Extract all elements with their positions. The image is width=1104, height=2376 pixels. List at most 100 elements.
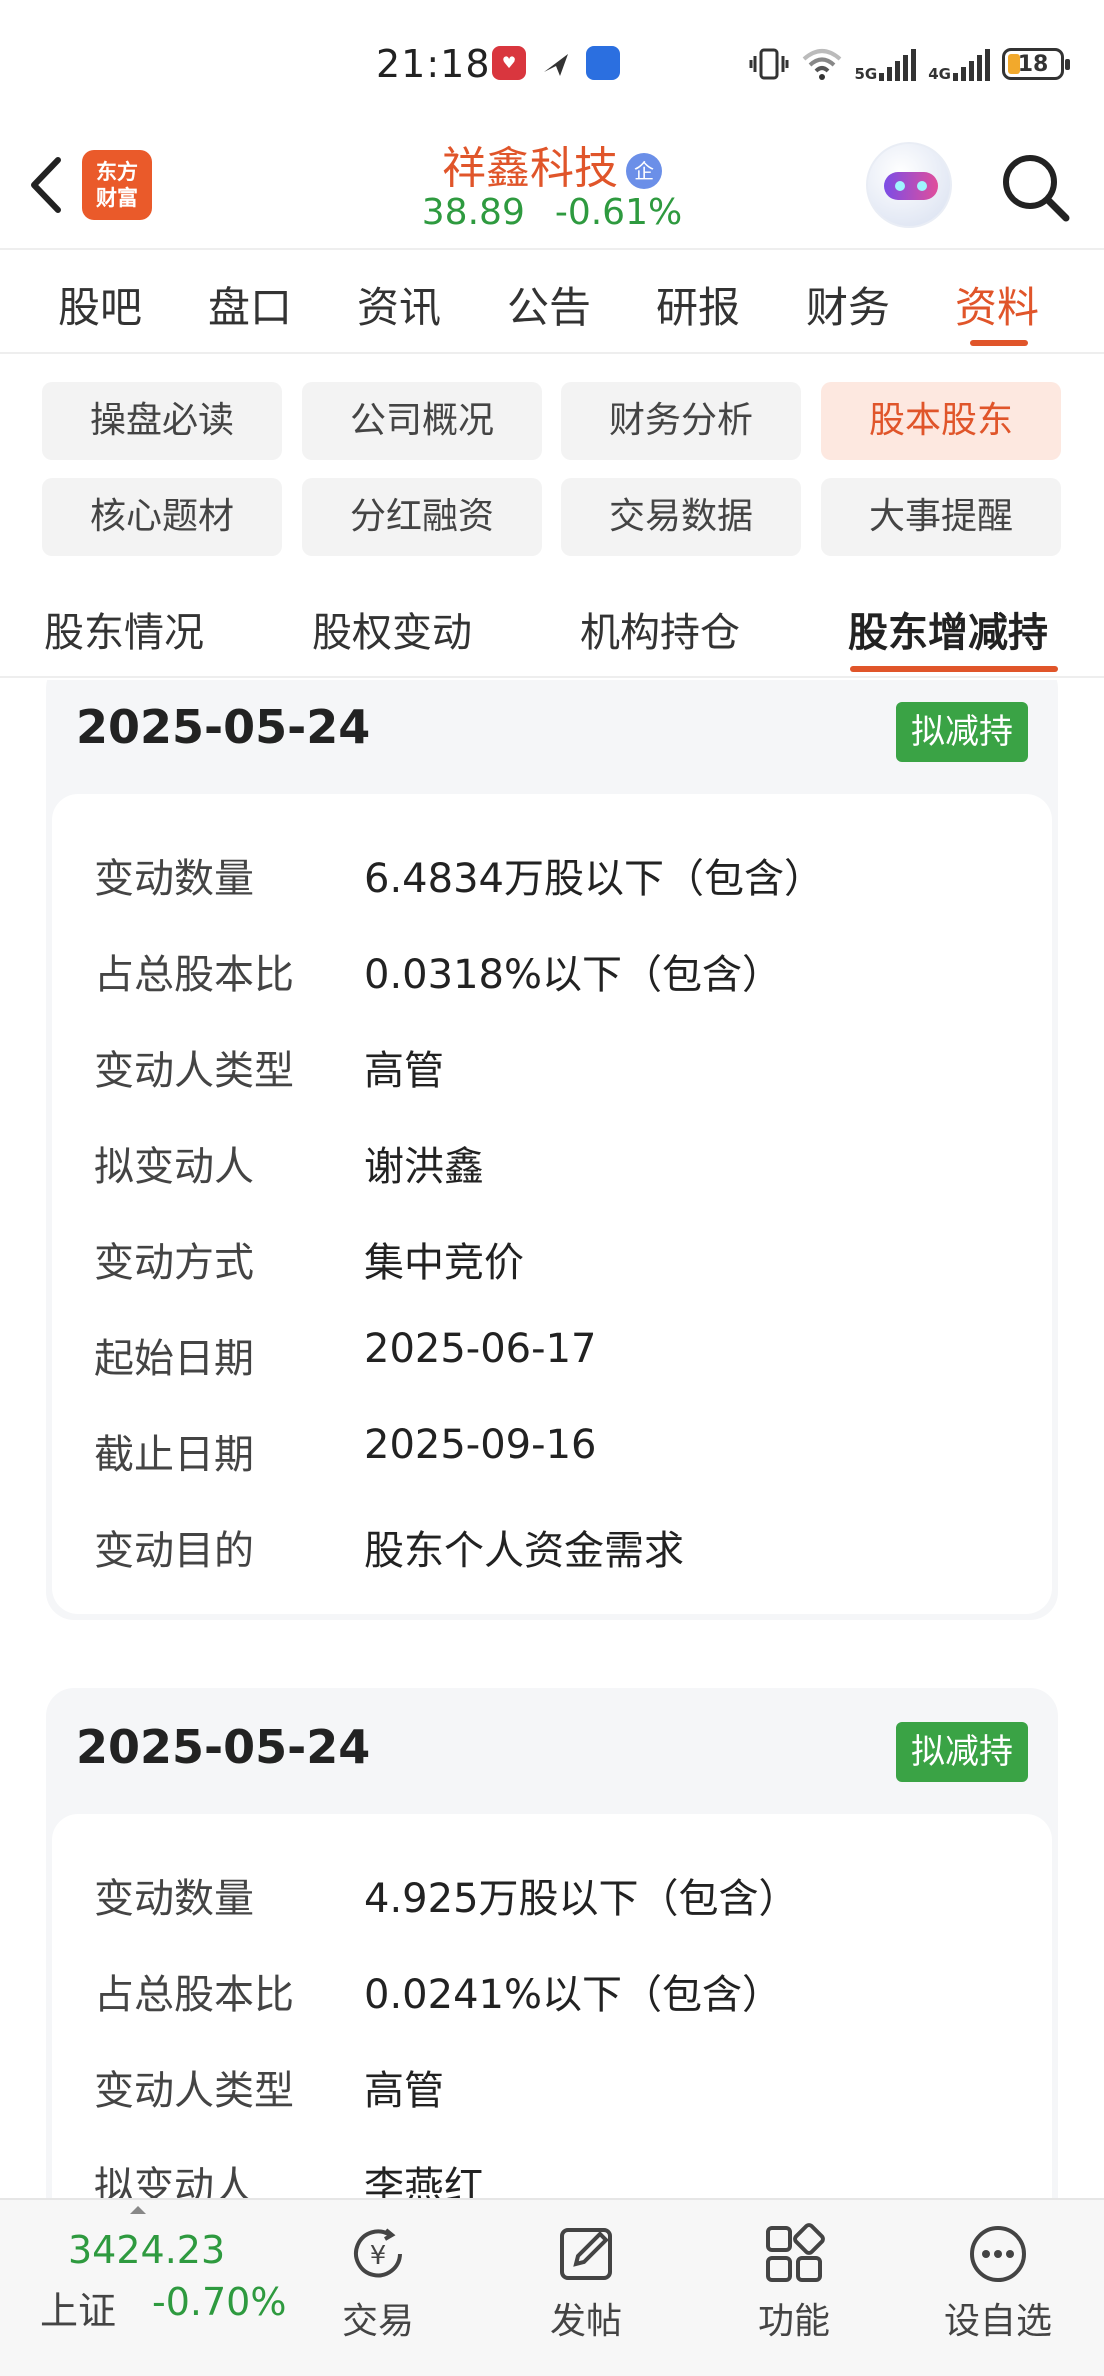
signal-bars-icon <box>953 47 990 81</box>
detail-label: 起始日期 <box>94 1336 254 1382</box>
stock-price: 38.89 <box>421 192 525 233</box>
detail-value: 0.0318%以下（包含） <box>364 952 782 998</box>
index-name: 上证 <box>40 2289 117 2333</box>
detail-value: 李燕红 <box>364 2164 484 2198</box>
tab-pankou[interactable]: 盘口 <box>208 274 292 335</box>
detail-row: 变动目的 股东个人资金需求 <box>94 1518 1032 1578</box>
battery-icon: 18 <box>1002 48 1070 80</box>
search-icon[interactable] <box>996 148 1076 228</box>
chip-trading-guide[interactable]: 操盘必读 <box>42 382 282 460</box>
battery-level: 18 <box>1017 51 1049 77</box>
app-notification-icon: ♥ <box>492 46 526 80</box>
robot-assistant-icon[interactable] <box>866 142 952 228</box>
nav-trade-label: 交易 <box>341 2301 414 2342</box>
nav-post-label: 发帖 <box>549 2301 622 2342</box>
stock-header: 东方 财富 祥鑫科技企 38.89 -0.61% <box>0 120 1104 250</box>
status-bar: 21:18 ♥ 5G 4G 18 <box>0 0 1104 120</box>
detail-row: 变动人类型 高管 <box>94 1038 1032 1098</box>
detail-label: 占总股本比 <box>94 1972 294 2018</box>
detail-row: 变动人类型 高管 <box>94 2058 1032 2118</box>
tab-announcements[interactable]: 公告 <box>507 274 591 335</box>
detail-label: 拟变动人 <box>94 2164 254 2198</box>
status-icons: 5G 4G 18 <box>749 44 1070 84</box>
detail-label: 变动人类型 <box>94 1048 294 1094</box>
tab-news[interactable]: 资讯 <box>357 274 441 335</box>
subtab-institutional-holdings[interactable]: 机构持仓 <box>580 600 740 658</box>
bottom-bar: 3424.23 上证 -0.70% ¥ 交易 发帖 功能 设自选 <box>0 2198 1104 2376</box>
navigation-app-icon <box>586 46 620 80</box>
detail-value: 高管 <box>364 1048 444 1094</box>
detail-value: 2025-06-17 <box>364 1326 597 1372</box>
detail-row: 截止日期 2025-09-16 <box>94 1422 1032 1482</box>
detail-value: 谢洪鑫 <box>364 1144 484 1190</box>
index-change: -0.70% <box>152 2280 287 2324</box>
detail-row: 拟变动人 李燕红 <box>94 2154 1032 2198</box>
subtab-shareholders[interactable]: 股东情况 <box>44 600 204 658</box>
detail-value: 4.925万股以下（包含） <box>364 1876 799 1922</box>
detail-label: 拟变动人 <box>94 1144 254 1190</box>
active-subtab-indicator <box>850 666 1058 672</box>
signal-5g: 5G <box>854 47 917 83</box>
detail-value: 股东个人资金需求 <box>364 1528 684 1574</box>
reduction-tag: 拟减持 <box>896 702 1028 762</box>
detail-value: 6.4834万股以下（包含） <box>364 856 824 902</box>
chip-financial-analysis[interactable]: 财务分析 <box>561 382 801 460</box>
detail-value: 0.0241%以下（包含） <box>364 1972 782 2018</box>
nav-trade-button[interactable]: ¥ 交易 <box>308 2212 448 2362</box>
nav-post-button[interactable]: 发帖 <box>516 2212 656 2362</box>
detail-label: 变动数量 <box>94 1876 254 1922</box>
stock-name: 祥鑫科技 <box>442 143 618 194</box>
card-details: 变动数量 4.925万股以下（包含） 占总股本比 0.0241%以下（包含） 变动人… <box>52 1814 1052 2198</box>
detail-row: 起始日期 2025-06-17 <box>94 1326 1032 1386</box>
caret-up-icon <box>130 2206 146 2214</box>
nav-functions-label: 功能 <box>757 2301 830 2342</box>
detail-label: 占总股本比 <box>94 952 294 998</box>
active-tab-indicator <box>970 340 1028 346</box>
detail-row: 变动数量 6.4834万股以下（包含） <box>94 846 1032 906</box>
tab-guba[interactable]: 股吧 <box>58 274 142 335</box>
svg-text:¥: ¥ <box>370 2241 387 2271</box>
tab-research[interactable]: 研报 <box>656 274 740 335</box>
subtab-equity-changes[interactable]: 股权变动 <box>312 600 472 658</box>
detail-label: 变动方式 <box>94 1240 254 1286</box>
chip-dividends-financing[interactable]: 分红融资 <box>302 478 542 556</box>
sub-tab-bar: 股东情况 股权变动 机构持仓 股东增减持 <box>0 584 1104 678</box>
more-dots-icon <box>970 2226 1026 2282</box>
nav-add-watchlist-button[interactable]: 设自选 <box>928 2212 1068 2362</box>
detail-row: 占总股本比 0.0318%以下（包含） <box>94 942 1032 1002</box>
nav-functions-button[interactable]: 功能 <box>724 2212 864 2362</box>
tab-profile[interactable]: 资料 <box>955 274 1039 335</box>
stock-change-pct: -0.61% <box>554 192 683 233</box>
card-date: 2025-05-24 <box>76 1720 371 1774</box>
chip-share-capital-holders[interactable]: 股本股东 <box>821 382 1061 460</box>
card-date: 2025-05-24 <box>76 700 371 754</box>
network-5g-label: 5G <box>854 65 878 83</box>
holding-change-list: 2025-05-24 拟减持 变动数量 6.4834万股以下（包含） 占总股本比 0… <box>0 680 1104 2198</box>
card-details: 变动数量 6.4834万股以下（包含） 占总股本比 0.0318%以下（包含） 变动… <box>52 794 1052 1614</box>
compose-icon <box>560 2228 612 2280</box>
holding-change-card: 2025-05-24 拟减持 变动数量 6.4834万股以下（包含） 占总股本比 0… <box>46 680 1058 1620</box>
nav-add-watchlist-label: 设自选 <box>943 2301 1052 2342</box>
reduction-tag: 拟减持 <box>896 1722 1028 1782</box>
detail-label: 变动人类型 <box>94 2068 294 2114</box>
enterprise-badge-icon: 企 <box>626 153 662 189</box>
tab-finance[interactable]: 财务 <box>806 274 890 335</box>
status-time: 21:18 <box>376 42 491 86</box>
grid-icon <box>766 2223 825 2282</box>
subtab-holding-changes[interactable]: 股东增减持 <box>848 600 1048 658</box>
vibrate-icon <box>749 48 788 80</box>
network-4g-label: 4G <box>928 65 951 83</box>
chip-event-reminders[interactable]: 大事提醒 <box>821 478 1061 556</box>
detail-row: 拟变动人 谢洪鑫 <box>94 1134 1032 1194</box>
detail-value: 高管 <box>364 2068 444 2114</box>
detail-row: 变动数量 4.925万股以下（包含） <box>94 1866 1032 1926</box>
detail-label: 变动目的 <box>94 1528 254 1574</box>
signal-4g: 4G <box>928 47 990 83</box>
signal-bars-icon <box>879 47 917 81</box>
detail-value: 集中竞价 <box>364 1240 524 1286</box>
detail-value: 2025-09-16 <box>364 1422 597 1468</box>
chip-company-overview[interactable]: 公司概况 <box>302 382 542 460</box>
chip-core-themes[interactable]: 核心题材 <box>42 478 282 556</box>
detail-row: 占总股本比 0.0241%以下（包含） <box>94 1962 1032 2022</box>
chip-trading-data[interactable]: 交易数据 <box>561 478 801 556</box>
